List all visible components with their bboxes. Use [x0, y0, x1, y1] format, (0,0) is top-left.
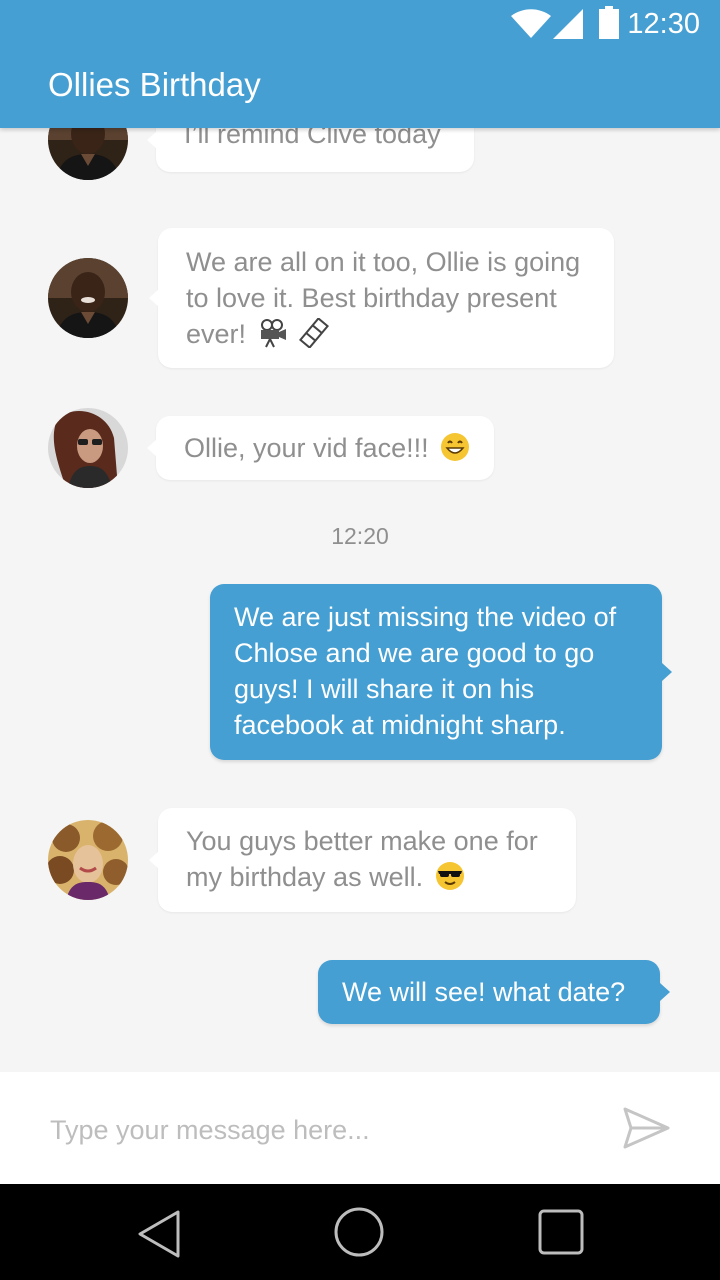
outgoing-message[interactable]: We will see! what date?	[318, 960, 670, 1024]
cellular-signal-icon	[553, 9, 583, 39]
status-bar: 12:30	[0, 0, 720, 50]
message-text-line: ever!	[186, 319, 247, 349]
app-bar: 12:30 Ollies Birthday	[0, 0, 720, 128]
avatar[interactable]	[48, 820, 128, 900]
message-text-line: facebook at midnight sharp.	[234, 710, 566, 740]
wifi-icon	[511, 9, 551, 38]
status-time: 12:30	[627, 8, 700, 40]
message-list[interactable]: I’ll remind Clive today We are all on it…	[0, 128, 720, 1072]
message-text-line: to love it. Best birthday present	[186, 283, 557, 313]
message-text-line: guys! I will share it on his	[234, 674, 535, 704]
message-text: I’ll remind Clive today	[184, 128, 441, 149]
outgoing-message[interactable]: We are just missing the video of Chlose …	[210, 584, 672, 760]
sunglasses-face-icon	[435, 861, 465, 891]
message-text-line: Chlose and we are good to go	[234, 638, 595, 668]
send-icon[interactable]	[622, 1106, 672, 1150]
back-icon[interactable]	[136, 1208, 184, 1260]
system-nav-bar	[0, 1184, 720, 1280]
incoming-message[interactable]: We are all on it too, Ollie is going to …	[149, 228, 614, 368]
movie-camera-icon	[258, 318, 288, 348]
film-strip-icon	[299, 318, 330, 348]
avatar[interactable]	[48, 258, 128, 338]
message-text: Ollie, your vid face!!!	[184, 433, 429, 463]
message-text-line: We are all on it too, Ollie is going	[186, 247, 581, 277]
recents-icon[interactable]	[537, 1208, 585, 1256]
home-icon[interactable]	[333, 1206, 385, 1258]
message-text-line: my birthday as well.	[186, 862, 424, 892]
message-text-line: We are just missing the video of	[234, 602, 617, 632]
grinning-face-icon	[440, 432, 470, 462]
incoming-message[interactable]: You guys better make one for my birthday…	[149, 808, 576, 912]
battery-icon	[599, 6, 619, 39]
incoming-message[interactable]: I’ll remind Clive today	[147, 128, 474, 172]
message-text: We will see! what date?	[342, 977, 626, 1007]
incoming-message[interactable]: Ollie, your vid face!!!	[147, 416, 494, 480]
composer-bar	[0, 1072, 720, 1184]
message-text-line: You guys better make one for	[186, 826, 538, 856]
avatar[interactable]	[48, 408, 128, 488]
conversation-title: Ollies Birthday	[48, 66, 261, 103]
timestamp: 12:20	[331, 523, 389, 549]
message-input[interactable]	[48, 1104, 592, 1156]
avatar[interactable]	[48, 128, 128, 180]
